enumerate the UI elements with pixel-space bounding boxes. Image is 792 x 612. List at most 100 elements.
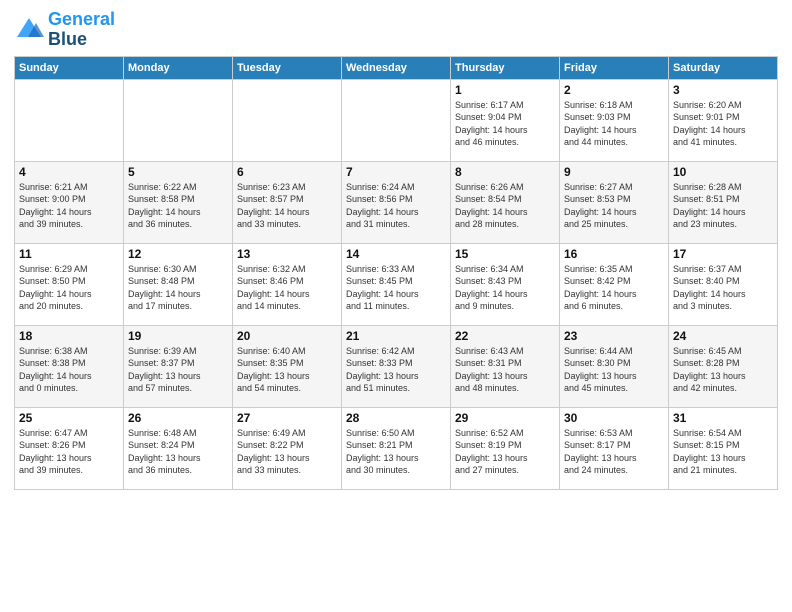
day-number: 29: [455, 411, 555, 425]
day-cell-15: 15 Sunrise: 6:34 AM Sunset: 8:43 PM Dayli…: [451, 243, 560, 325]
day-cell-6: 6Sunrise: 6:23 AM Sunset: 8:57 PM Daylig…: [233, 161, 342, 243]
day-info: Sunrise: 6:49 AM Sunset: 8:22 PM Dayligh…: [237, 427, 337, 477]
week-row-1: 1 Sunrise: 6:17 AM Sunset: 9:04 PM Daylig…: [15, 79, 778, 161]
day-info: Sunrise: 6:20 AM Sunset: 9:01 PM Dayligh…: [673, 99, 773, 149]
day-number: 19: [128, 329, 228, 343]
day-cell-2: 2Sunrise: 6:18 AM Sunset: 9:03 PM Daylig…: [560, 79, 669, 161]
day-number: 10: [673, 165, 773, 179]
day-number: 30: [564, 411, 664, 425]
page-header: GeneralBlue: [14, 10, 778, 50]
day-info: Sunrise: 6:44 AM Sunset: 8:30 PM Dayligh…: [564, 345, 664, 395]
day-info: Sunrise: 6:40 AM Sunset: 8:35 PM Dayligh…: [237, 345, 337, 395]
day-cell-22: 22 Sunrise: 6:43 AM Sunset: 8:31 PM Dayli…: [451, 325, 560, 407]
day-number: 9: [564, 165, 664, 179]
day-info: Sunrise: 6:52 AM Sunset: 8:19 PM Dayligh…: [455, 427, 555, 477]
day-cell-4: 4 Sunrise: 6:21 AM Sunset: 9:00 PM Daylig…: [15, 161, 124, 243]
day-number: 5: [128, 165, 228, 179]
day-info: Sunrise: 6:21 AM Sunset: 9:00 PM Dayligh…: [19, 181, 119, 231]
col-header-wednesday: Wednesday: [342, 56, 451, 79]
day-info: Sunrise: 6:30 AM Sunset: 8:48 PM Dayligh…: [128, 263, 228, 313]
day-info: Sunrise: 6:34 AM Sunset: 8:43 PM Dayligh…: [455, 263, 555, 313]
day-info: Sunrise: 6:32 AM Sunset: 8:46 PM Dayligh…: [237, 263, 337, 313]
day-info: Sunrise: 6:43 AM Sunset: 8:31 PM Dayligh…: [455, 345, 555, 395]
day-number: 4: [19, 165, 119, 179]
day-number: 11: [19, 247, 119, 261]
day-number: 27: [237, 411, 337, 425]
day-cell-12: 12 Sunrise: 6:30 AM Sunset: 8:48 PM Dayli…: [124, 243, 233, 325]
day-cell-20: 20 Sunrise: 6:40 AM Sunset: 8:35 PM Dayli…: [233, 325, 342, 407]
day-number: 7: [346, 165, 446, 179]
day-info: Sunrise: 6:27 AM Sunset: 8:53 PM Dayligh…: [564, 181, 664, 231]
calendar-page: GeneralBlue SundayMondayTuesdayWednesday…: [0, 0, 792, 612]
day-cell-25: 25 Sunrise: 6:47 AM Sunset: 8:26 PM Dayli…: [15, 407, 124, 489]
col-header-friday: Friday: [560, 56, 669, 79]
day-cell-5: 5 Sunrise: 6:22 AM Sunset: 8:58 PM Daylig…: [124, 161, 233, 243]
week-row-4: 18Sunrise: 6:38 AM Sunset: 8:38 PM Dayli…: [15, 325, 778, 407]
day-number: 13: [237, 247, 337, 261]
day-cell-30: 30 Sunrise: 6:53 AM Sunset: 8:17 PM Dayli…: [560, 407, 669, 489]
col-header-tuesday: Tuesday: [233, 56, 342, 79]
day-cell-28: 28Sunrise: 6:50 AM Sunset: 8:21 PM Dayli…: [342, 407, 451, 489]
empty-cell: [124, 79, 233, 161]
day-info: Sunrise: 6:53 AM Sunset: 8:17 PM Dayligh…: [564, 427, 664, 477]
day-cell-10: 10 Sunrise: 6:28 AM Sunset: 8:51 PM Dayli…: [669, 161, 778, 243]
logo-icon: [14, 15, 44, 45]
day-info: Sunrise: 6:33 AM Sunset: 8:45 PM Dayligh…: [346, 263, 446, 313]
day-info: Sunrise: 6:17 AM Sunset: 9:04 PM Dayligh…: [455, 99, 555, 149]
day-cell-18: 18Sunrise: 6:38 AM Sunset: 8:38 PM Dayli…: [15, 325, 124, 407]
day-number: 15: [455, 247, 555, 261]
day-cell-3: 3 Sunrise: 6:20 AM Sunset: 9:01 PM Daylig…: [669, 79, 778, 161]
day-info: Sunrise: 6:29 AM Sunset: 8:50 PM Dayligh…: [19, 263, 119, 313]
day-number: 1: [455, 83, 555, 97]
day-cell-7: 7 Sunrise: 6:24 AM Sunset: 8:56 PM Daylig…: [342, 161, 451, 243]
day-cell-19: 19Sunrise: 6:39 AM Sunset: 8:37 PM Dayli…: [124, 325, 233, 407]
day-cell-8: 8Sunrise: 6:26 AM Sunset: 8:54 PM Daylig…: [451, 161, 560, 243]
day-info: Sunrise: 6:50 AM Sunset: 8:21 PM Dayligh…: [346, 427, 446, 477]
day-number: 25: [19, 411, 119, 425]
day-info: Sunrise: 6:22 AM Sunset: 8:58 PM Dayligh…: [128, 181, 228, 231]
week-row-5: 25 Sunrise: 6:47 AM Sunset: 8:26 PM Dayli…: [15, 407, 778, 489]
day-info: Sunrise: 6:48 AM Sunset: 8:24 PM Dayligh…: [128, 427, 228, 477]
day-info: Sunrise: 6:47 AM Sunset: 8:26 PM Dayligh…: [19, 427, 119, 477]
col-header-saturday: Saturday: [669, 56, 778, 79]
col-header-monday: Monday: [124, 56, 233, 79]
day-info: Sunrise: 6:37 AM Sunset: 8:40 PM Dayligh…: [673, 263, 773, 313]
day-number: 23: [564, 329, 664, 343]
day-number: 24: [673, 329, 773, 343]
calendar-header-row: SundayMondayTuesdayWednesdayThursdayFrid…: [15, 56, 778, 79]
day-number: 31: [673, 411, 773, 425]
day-cell-26: 26 Sunrise: 6:48 AM Sunset: 8:24 PM Dayli…: [124, 407, 233, 489]
day-info: Sunrise: 6:24 AM Sunset: 8:56 PM Dayligh…: [346, 181, 446, 231]
day-cell-16: 16 Sunrise: 6:35 AM Sunset: 8:42 PM Dayli…: [560, 243, 669, 325]
col-header-sunday: Sunday: [15, 56, 124, 79]
col-header-thursday: Thursday: [451, 56, 560, 79]
day-cell-27: 27 Sunrise: 6:49 AM Sunset: 8:22 PM Dayli…: [233, 407, 342, 489]
day-cell-29: 29 Sunrise: 6:52 AM Sunset: 8:19 PM Dayli…: [451, 407, 560, 489]
day-number: 14: [346, 247, 446, 261]
week-row-3: 11 Sunrise: 6:29 AM Sunset: 8:50 PM Dayli…: [15, 243, 778, 325]
day-number: 17: [673, 247, 773, 261]
day-number: 20: [237, 329, 337, 343]
day-info: Sunrise: 6:18 AM Sunset: 9:03 PM Dayligh…: [564, 99, 664, 149]
week-row-2: 4 Sunrise: 6:21 AM Sunset: 9:00 PM Daylig…: [15, 161, 778, 243]
day-info: Sunrise: 6:35 AM Sunset: 8:42 PM Dayligh…: [564, 263, 664, 313]
day-info: Sunrise: 6:54 AM Sunset: 8:15 PM Dayligh…: [673, 427, 773, 477]
day-number: 3: [673, 83, 773, 97]
day-number: 16: [564, 247, 664, 261]
empty-cell: [233, 79, 342, 161]
logo-text: GeneralBlue: [48, 10, 115, 50]
day-number: 18: [19, 329, 119, 343]
day-info: Sunrise: 6:26 AM Sunset: 8:54 PM Dayligh…: [455, 181, 555, 231]
day-cell-23: 23 Sunrise: 6:44 AM Sunset: 8:30 PM Dayli…: [560, 325, 669, 407]
empty-cell: [342, 79, 451, 161]
day-cell-1: 1 Sunrise: 6:17 AM Sunset: 9:04 PM Daylig…: [451, 79, 560, 161]
calendar-table: SundayMondayTuesdayWednesdayThursdayFrid…: [14, 56, 778, 490]
day-number: 12: [128, 247, 228, 261]
day-cell-17: 17 Sunrise: 6:37 AM Sunset: 8:40 PM Dayli…: [669, 243, 778, 325]
day-number: 26: [128, 411, 228, 425]
day-info: Sunrise: 6:28 AM Sunset: 8:51 PM Dayligh…: [673, 181, 773, 231]
day-cell-21: 21Sunrise: 6:42 AM Sunset: 8:33 PM Dayli…: [342, 325, 451, 407]
day-number: 22: [455, 329, 555, 343]
day-info: Sunrise: 6:45 AM Sunset: 8:28 PM Dayligh…: [673, 345, 773, 395]
day-cell-31: 31 Sunrise: 6:54 AM Sunset: 8:15 PM Dayli…: [669, 407, 778, 489]
